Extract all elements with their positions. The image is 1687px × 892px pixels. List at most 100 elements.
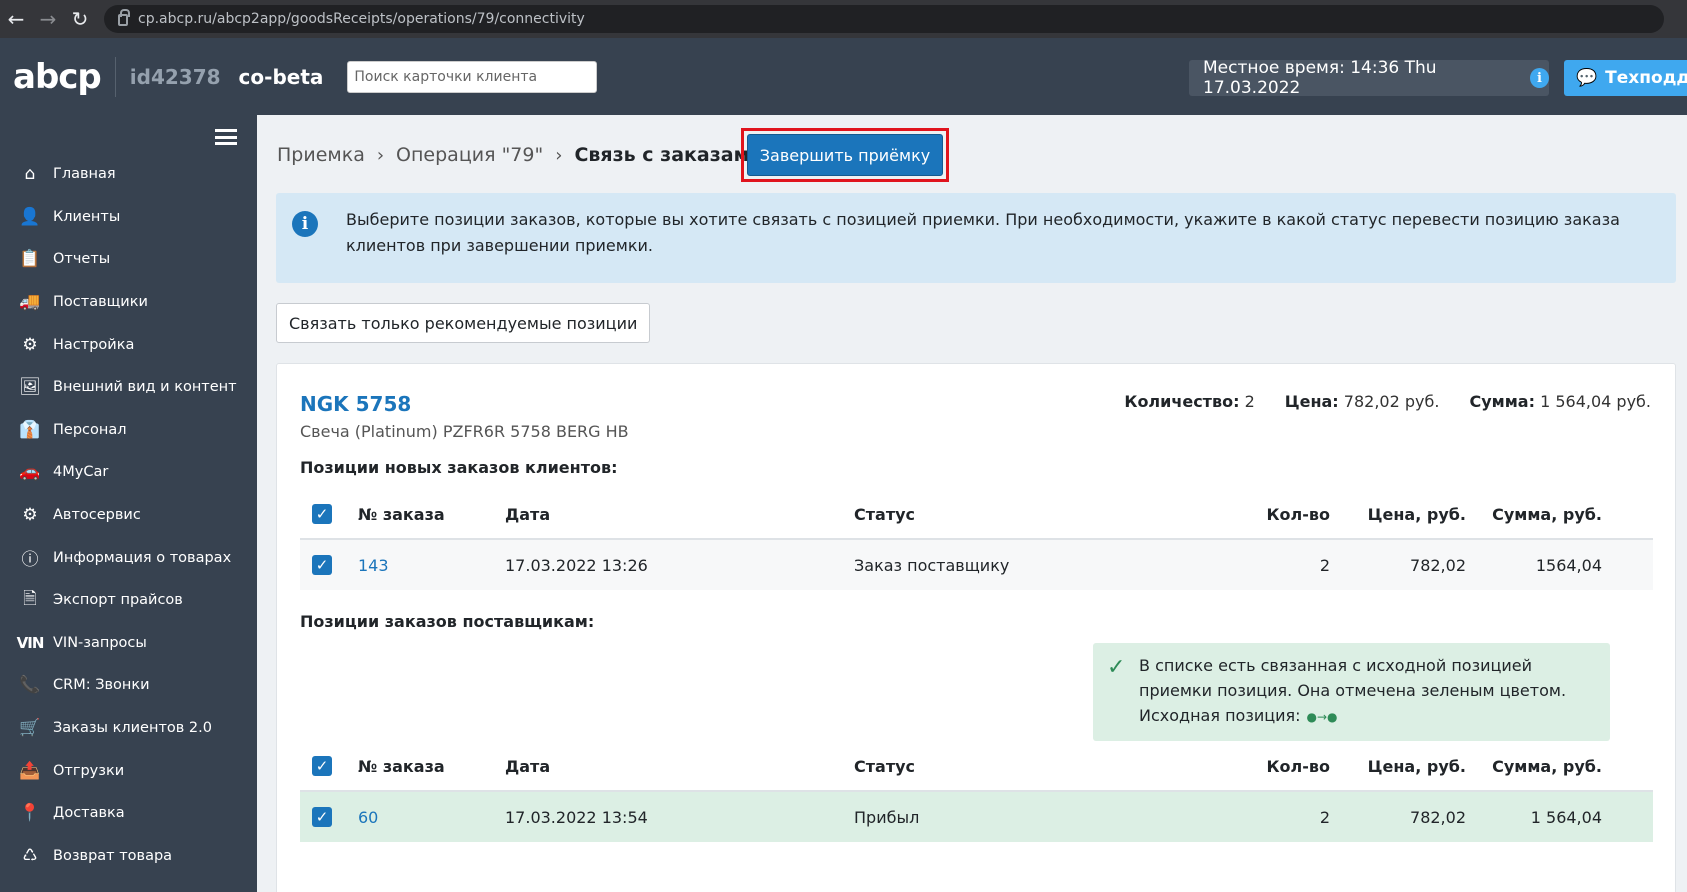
- sidebar-item-label: VIN-запросы: [53, 634, 147, 651]
- menu-icon[interactable]: [215, 129, 237, 145]
- abcp-logo[interactable]: abcp: [13, 56, 116, 97]
- sidebar-item-label: CRM: Звонки: [53, 677, 150, 694]
- sidebar-item-image[interactable]: 🖼 Внешний вид и контент: [0, 366, 257, 409]
- sidebar-item-home[interactable]: ⌂ Главная: [0, 153, 257, 196]
- client-search-input[interactable]: [347, 60, 598, 93]
- gear-icon: ⚙: [22, 334, 38, 355]
- product-summary: Количество: 2 Цена: 782,02 руб. Сумма: 1…: [1124, 392, 1651, 411]
- success-alert-text: В списке есть связанная с исходной позиц…: [1139, 656, 1567, 700]
- source-position-icon: ●→●: [1306, 710, 1338, 724]
- sidebar-item-car[interactable]: 🚗 4MyCar: [0, 451, 257, 494]
- sidebar-item-label: Возврат товара: [53, 847, 173, 864]
- order-link[interactable]: 60: [358, 808, 378, 827]
- row-price: 782,02: [1410, 807, 1466, 827]
- forward-arrow-icon[interactable]: →: [32, 0, 64, 38]
- order-link[interactable]: 143: [358, 556, 389, 575]
- excel-icon: 🗎: [23, 588, 37, 609]
- client-orders-table: ✓ № заказа Дата Статус Кол-во Цена, руб.…: [300, 490, 1653, 590]
- sidebar-item-users[interactable]: 👤 Клиенты: [0, 196, 257, 239]
- col-date: Дата: [505, 504, 551, 524]
- product-card: NGK 5758 Свеча (Platinum) PZFR6R 5758 BE…: [276, 363, 1676, 892]
- sidebar-item-label: Внешний вид и контент: [53, 379, 237, 396]
- sidebar-item-label: Экспорт прайсов: [53, 592, 183, 609]
- col-status: Статус: [854, 756, 915, 776]
- col-qty: Кол-во: [1266, 504, 1330, 524]
- success-alert: ✓ В списке есть связанная с исходной поз…: [1093, 643, 1610, 741]
- client-name: co-beta: [238, 64, 324, 89]
- row-date: 17.03.2022 13:26: [505, 555, 648, 575]
- chat-icon: 💬: [1576, 68, 1598, 88]
- sidebar-item-label: Персонал: [53, 421, 127, 438]
- sidebar-item-label: Поставщики: [53, 294, 148, 311]
- col-sum: Сумма, руб.: [1492, 504, 1602, 524]
- link-recommended-button[interactable]: Связать только рекомендуемые позиции: [276, 303, 651, 343]
- info-icon[interactable]: i: [1530, 68, 1549, 88]
- sidebar-item-clipboard[interactable]: 📋 Отчеты: [0, 238, 257, 281]
- sidebar-item-info[interactable]: ⓘ Информация о товарах: [0, 536, 257, 579]
- table-header: ✓ № заказа Дата Статус Кол-во Цена, руб.…: [300, 742, 1653, 792]
- sidebar-item-label: Отгрузки: [53, 762, 125, 779]
- clipboard-icon: 📋: [19, 249, 41, 270]
- person-icon: 👔: [19, 419, 41, 440]
- shipment-icon: 📤: [19, 760, 41, 781]
- cogs-icon: ⚙: [22, 505, 38, 526]
- col-qty: Кол-во: [1266, 756, 1330, 776]
- sidebar-item-phone[interactable]: 📞 CRM: Звонки: [0, 664, 257, 707]
- address-bar[interactable]: cp.abcp.ru/abcp2app/goodsReceipts/operat…: [104, 5, 1664, 33]
- client-orders-title: Позиции новых заказов клиентов:: [300, 458, 618, 477]
- sidebar-menu: ⌂ Главная 👤 Клиенты 📋 Отчеты 🚚 Поставщики ⚙ Настр…: [0, 153, 257, 877]
- chevron-right-icon: ›: [555, 144, 563, 166]
- col-order-num: № заказа: [358, 756, 445, 776]
- info-alert: i Выберите позиции заказов, которые вы х…: [276, 193, 1676, 283]
- price-value: 782,02 руб.: [1343, 392, 1440, 411]
- check-icon: ✓: [1107, 655, 1126, 680]
- back-arrow-icon[interactable]: ←: [0, 0, 32, 38]
- main-content: Приемка › Операция "79" › Связь с заказа…: [257, 115, 1687, 892]
- row-date: 17.03.2022 13:54: [505, 807, 648, 827]
- sidebar: ⌂ Главная 👤 Клиенты 📋 Отчеты 🚚 Поставщики ⚙ Настр…: [0, 115, 257, 892]
- reload-icon[interactable]: ↻: [64, 0, 96, 38]
- sidebar-item-label: 4MyCar: [53, 464, 109, 481]
- support-button-label: Техподдержка: [1605, 68, 1687, 88]
- finish-receipt-button[interactable]: Завершить приёмку: [747, 134, 943, 176]
- sidebar-item-gear[interactable]: ⚙ Настройка: [0, 323, 257, 366]
- sidebar-item-excel[interactable]: 🗎 Экспорт прайсов: [0, 579, 257, 622]
- sidebar-item-truck[interactable]: 🚚 Поставщики: [0, 281, 257, 324]
- select-all-checkbox[interactable]: ✓: [312, 504, 332, 524]
- sidebar-item-return[interactable]: ♺ Возврат товара: [0, 835, 257, 878]
- row-checkbox[interactable]: ✓: [312, 555, 332, 575]
- sidebar-item-label: Клиенты: [53, 208, 121, 225]
- sidebar-item-label: Отчеты: [53, 251, 111, 268]
- info-icon: i: [292, 211, 318, 237]
- return-icon: ♺: [22, 845, 38, 866]
- row-qty: 2: [1319, 807, 1330, 827]
- col-status: Статус: [854, 504, 915, 524]
- col-order-num: № заказа: [358, 504, 445, 524]
- vin-icon: VIN: [16, 633, 45, 652]
- url-text: cp.abcp.ru/abcp2app/goodsReceipts/operat…: [138, 11, 585, 27]
- sidebar-item-label: Информация о товарах: [53, 549, 232, 566]
- breadcrumb-item-operation[interactable]: Операция "79": [396, 144, 543, 166]
- local-time-text: Местное время: 14:36 Thu 17.03.2022: [1203, 58, 1437, 98]
- row-status: Заказ поставщику: [854, 555, 1010, 575]
- breadcrumb: Приемка › Операция "79" › Связь с заказа…: [277, 137, 762, 173]
- qty-label: Количество:: [1124, 392, 1240, 411]
- home-icon: ⌂: [24, 164, 36, 185]
- sidebar-item-person[interactable]: 👔 Персонал: [0, 409, 257, 452]
- chevron-right-icon: ›: [376, 144, 385, 166]
- row-status: Прибыл: [854, 807, 920, 827]
- sidebar-item-cogs[interactable]: ⚙ Автосервис: [0, 494, 257, 537]
- sum-label: Сумма:: [1469, 392, 1535, 411]
- table-row: ✓ 60 17.03.2022 13:54 Прибыл 2 782,02 1 …: [300, 792, 1653, 842]
- sidebar-item-vin[interactable]: VIN VIN-запросы: [0, 622, 257, 665]
- col-price: Цена, руб.: [1367, 756, 1466, 776]
- product-link[interactable]: NGK 5758: [300, 392, 411, 416]
- row-checkbox[interactable]: ✓: [312, 807, 332, 827]
- sidebar-item-shipment[interactable]: 📤 Отгрузки: [0, 749, 257, 792]
- sidebar-item-label: Доставка: [53, 805, 125, 822]
- breadcrumb-item-receipt[interactable]: Приемка: [277, 144, 365, 166]
- select-all-checkbox[interactable]: ✓: [312, 756, 332, 776]
- sidebar-item-location[interactable]: 📍 Доставка: [0, 792, 257, 835]
- sidebar-item-cart[interactable]: 🛒 Заказы клиентов 2.0: [0, 707, 257, 750]
- support-button[interactable]: 💬 Техподдержка: [1564, 60, 1687, 96]
